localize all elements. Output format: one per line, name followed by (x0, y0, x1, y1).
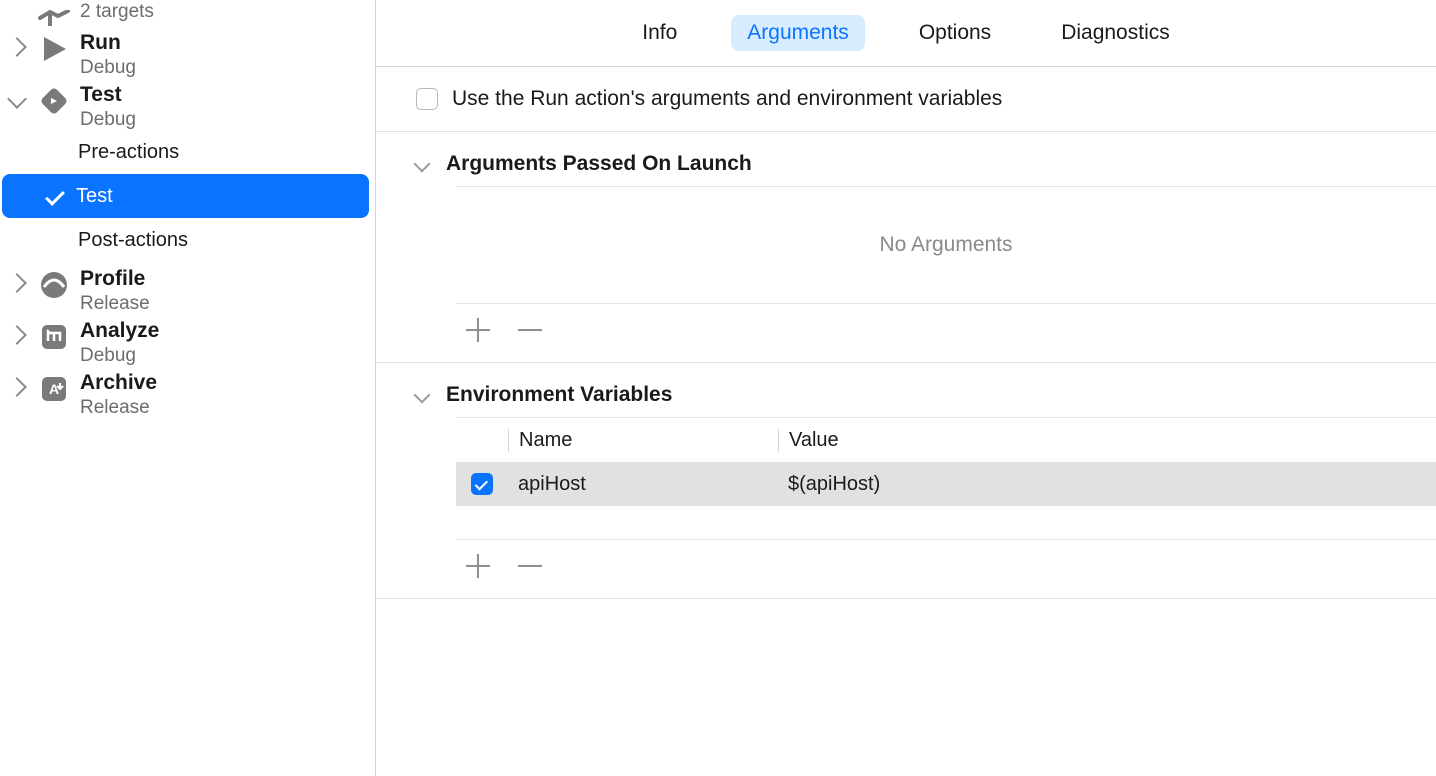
scheme-subtitle: Release (80, 396, 375, 420)
scheme-title: Analyze (80, 318, 375, 344)
env-col-name[interactable]: Name (508, 429, 778, 452)
build-targets-label: 2 targets (80, 0, 375, 24)
env-row[interactable]: apiHost $(apiHost) (456, 462, 1436, 506)
chevron-right-icon (7, 273, 27, 293)
scheme-title: Test (80, 82, 375, 108)
tab-diagnostics[interactable]: Diagnostics (1045, 15, 1186, 51)
sidebar-item-label: Pre-actions (78, 141, 179, 164)
scheme-row-profile[interactable]: Profile Release (0, 262, 375, 314)
use-run-action-label: Use the Run action's arguments and envir… (452, 87, 1002, 111)
arguments-section-title: Arguments Passed On Launch (446, 152, 752, 176)
scheme-subtitle: Debug (80, 56, 375, 80)
env-row-value[interactable]: $(apiHost) (778, 473, 1436, 496)
scheme-row-analyze[interactable]: Analyze Debug (0, 314, 375, 366)
chevron-right-icon (7, 37, 27, 57)
scheme-title: Profile (80, 266, 375, 292)
chevron-down-icon (7, 89, 27, 109)
chevron-down-icon[interactable] (414, 387, 431, 404)
chevron-down-icon[interactable] (414, 156, 431, 173)
chevron-right-icon (7, 325, 27, 345)
env-col-value[interactable]: Value (778, 429, 1436, 452)
archive-icon: A (37, 372, 71, 406)
analyze-icon (37, 320, 71, 354)
scheme-build-partial[interactable]: 2 targets (0, 0, 375, 26)
scheme-row-archive[interactable]: A Archive Release (0, 366, 375, 418)
arguments-empty: No Arguments (456, 186, 1436, 304)
scheme-title: Archive (80, 370, 375, 396)
scheme-title: Run (80, 30, 375, 56)
gauge-icon (37, 268, 71, 302)
sidebar-item-test[interactable]: Test (2, 174, 369, 218)
scheme-row-run[interactable]: Run Debug (0, 26, 375, 78)
scheme-subtitle: Release (80, 292, 375, 316)
scheme-subtitle: Debug (80, 344, 375, 368)
env-row-name[interactable]: apiHost (508, 473, 778, 496)
scheme-row-test[interactable]: Test Debug (0, 78, 375, 130)
scheme-tabbar: Info Arguments Options Diagnostics (376, 0, 1436, 67)
env-section-title: Environment Variables (446, 383, 672, 407)
main-panel: Info Arguments Options Diagnostics Use t… (376, 0, 1436, 776)
env-table: Name Value apiHost $(apiHost) (456, 417, 1436, 540)
sidebar-item-label: Post-actions (78, 229, 188, 252)
scheme-sidebar: 2 targets Run Debug (0, 0, 376, 776)
sidebar-item-post-actions[interactable]: Post-actions (0, 218, 375, 262)
add-env-button[interactable] (466, 554, 490, 578)
scheme-subtitle: Debug (80, 108, 375, 132)
env-table-header: Name Value (456, 418, 1436, 462)
test-diamond-icon (37, 84, 71, 118)
remove-env-button[interactable] (518, 554, 542, 578)
sidebar-item-pre-actions[interactable]: Pre-actions (0, 130, 375, 174)
remove-argument-button[interactable] (518, 318, 542, 342)
chevron-right-icon (7, 377, 27, 397)
sidebar-item-label: Test (76, 185, 113, 208)
tab-options[interactable]: Options (903, 15, 1007, 51)
checkmark-icon (45, 186, 65, 206)
svg-text:A: A (49, 381, 59, 397)
hammer-icon (37, 2, 71, 26)
play-icon (37, 32, 71, 66)
tab-info[interactable]: Info (626, 15, 693, 51)
env-row-enabled-checkbox[interactable] (471, 473, 493, 495)
add-argument-button[interactable] (466, 318, 490, 342)
use-run-action-checkbox[interactable] (416, 88, 438, 110)
tab-arguments[interactable]: Arguments (731, 15, 865, 51)
